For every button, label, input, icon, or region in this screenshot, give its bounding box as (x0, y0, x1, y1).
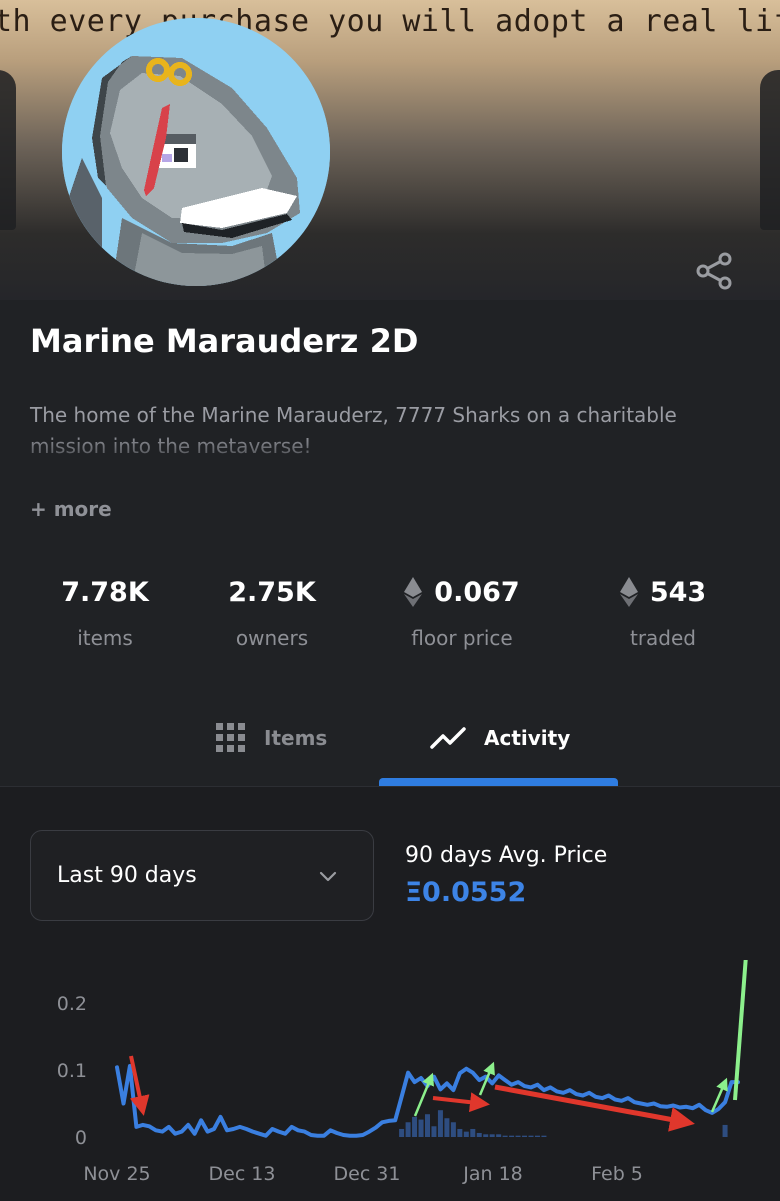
x-tick-label: Nov 25 (83, 1163, 150, 1185)
volume-bar (722, 1124, 728, 1137)
volume-bar (489, 1134, 495, 1137)
tab-items[interactable]: Items (216, 690, 327, 786)
x-tick-label: Dec 31 (334, 1163, 401, 1185)
trending-up-icon (430, 727, 466, 749)
stat-traded: 543 traded (573, 572, 753, 650)
annotation-arrows (129, 960, 748, 1132)
x-tick-label: Feb 5 (591, 1163, 643, 1185)
stat-label: items (77, 626, 133, 650)
volume-bar (509, 1135, 515, 1137)
y-tick-label: 0 (75, 1127, 87, 1149)
avg-price-label: 90 days Avg. Price (405, 843, 608, 868)
stat-value: 2.75K (228, 576, 316, 608)
volume-bar (399, 1128, 405, 1137)
more-link[interactable]: + more (30, 497, 112, 521)
volume-bar (425, 1114, 430, 1137)
volume-bar (431, 1126, 437, 1137)
collection-title: Marine Marauderz 2D (30, 322, 419, 360)
volume-bar (522, 1135, 528, 1137)
stat-value-row: 543 (573, 572, 753, 612)
volume-bar (463, 1131, 469, 1137)
price-chart: 0.2 0.1 0 Nov 25 Dec 13 Dec 31 Jan 18 Feb 5 (57, 960, 748, 1185)
volume-bar (437, 1110, 443, 1137)
volume-bar (450, 1122, 456, 1137)
volume-bar (496, 1134, 502, 1137)
volume-bar (515, 1135, 521, 1137)
stat-value-row: 0.067 (372, 572, 552, 612)
stat-value: 0.067 (434, 576, 520, 608)
shark-avatar-image (62, 18, 330, 286)
stat-floor-price: 0.067 floor price (372, 572, 552, 650)
stat-label: owners (235, 626, 309, 650)
volume-bar (457, 1128, 463, 1137)
stat-value: 7.78K (61, 576, 149, 608)
volume-bar (528, 1135, 534, 1137)
share-icon[interactable] (694, 250, 736, 292)
active-tab-indicator (379, 778, 618, 786)
volume-bar (534, 1135, 540, 1137)
banner-text: th every purchase you will adopt a real … (0, 4, 780, 39)
ethereum-icon (619, 577, 638, 607)
ethereum-icon (404, 577, 423, 607)
volume-bar (412, 1116, 418, 1137)
description-fade (0, 432, 780, 468)
stat-value: 543 (649, 576, 707, 608)
grid-icon (216, 723, 245, 752)
y-tick-label: 0.2 (57, 993, 87, 1015)
tab-items-label: Items (264, 726, 328, 750)
tab-bar: Items Activity (0, 690, 780, 786)
y-tick-label: 0.1 (57, 1060, 87, 1082)
banner-figure-left (0, 70, 16, 230)
stat-owners: 2.75K owners (182, 572, 362, 651)
volume-bar (502, 1135, 508, 1137)
volume-bar (444, 1118, 450, 1137)
red-arrow (432, 1092, 490, 1113)
time-range-label: Last 90 days (57, 863, 197, 888)
tab-activity-label: Activity (484, 726, 571, 750)
chevron-down-icon (319, 871, 337, 882)
time-range-dropdown[interactable]: Last 90 days (30, 830, 374, 921)
volume-bar (418, 1119, 424, 1137)
green-arrow (733, 960, 748, 1101)
tab-activity[interactable]: Activity (430, 690, 570, 786)
avg-price-value: Ξ0.0552 (405, 877, 527, 908)
stat-label: traded (629, 626, 696, 650)
x-tick-label: Jan 18 (462, 1163, 523, 1185)
volume-bar (476, 1132, 482, 1137)
volume-bar (541, 1135, 547, 1137)
volume-bar (483, 1134, 489, 1137)
collection-avatar (62, 18, 330, 286)
volume-bar (405, 1122, 411, 1137)
volume-bar (470, 1128, 476, 1137)
stat-label: floor price (411, 626, 513, 650)
x-tick-label: Dec 13 (209, 1163, 276, 1185)
stat-items: 7.78K items (15, 572, 195, 651)
banner-figure-right (760, 70, 780, 230)
